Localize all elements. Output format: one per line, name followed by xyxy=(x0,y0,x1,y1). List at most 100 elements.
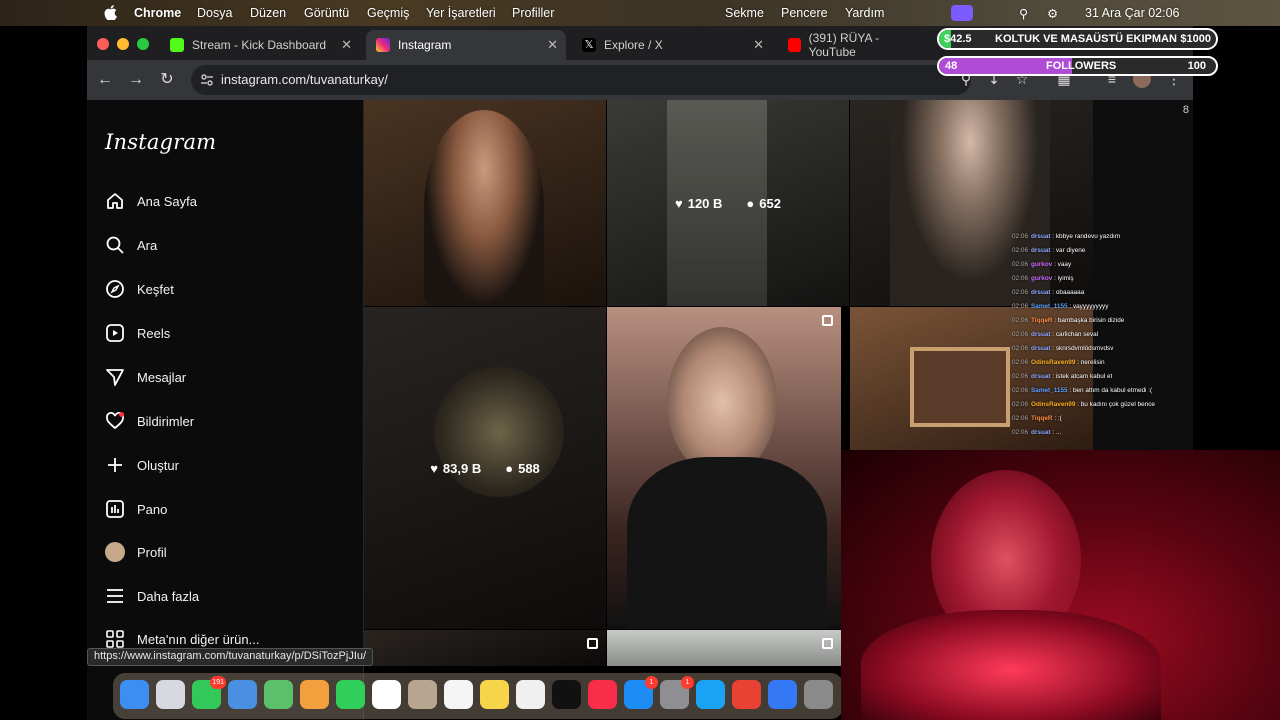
chat-message: 02:06 Samet_1155 : ben attım da kabul etm… xyxy=(1012,384,1190,398)
menu-app-name[interactable]: Chrome xyxy=(134,6,181,20)
chat-time: 02:06 xyxy=(1012,373,1028,380)
menu-profiller[interactable]: Profiller xyxy=(512,6,554,20)
tab-x[interactable]: 𝕏 Explore / X ✕ xyxy=(572,30,772,60)
menubar-clock[interactable]: 31 Ara Çar 02:06 xyxy=(1085,6,1180,20)
nav-label: Meta'nın diğer ürün... xyxy=(137,631,260,647)
goal-target: $1000 xyxy=(1180,33,1211,45)
mail-icon[interactable] xyxy=(228,680,257,709)
menu-goruntu[interactable]: Görüntü xyxy=(304,6,349,20)
post-thumbnail[interactable] xyxy=(364,630,606,666)
finder-icon[interactable] xyxy=(120,680,149,709)
settings-icon[interactable]: 1 xyxy=(660,676,694,709)
reload-icon[interactable]: ↻ xyxy=(157,70,177,90)
url-text[interactable]: instagram.com/tuvanaturkay/ xyxy=(221,72,388,87)
tab-title: (391) RÜYA - YouTube xyxy=(808,31,880,59)
preview-icon[interactable] xyxy=(804,680,833,709)
chat-username[interactable]: OdinsRaven99 xyxy=(1031,401,1075,408)
messages-app-icon[interactable]: 191 xyxy=(192,676,226,709)
nav-notifications[interactable]: Bildirimler xyxy=(105,409,194,433)
post-stats-overlay: ♥ 83,9 B ● 588 xyxy=(364,307,606,629)
chat-username[interactable]: drsuat xyxy=(1031,373,1051,380)
maps-icon[interactable] xyxy=(264,680,293,709)
menu-dosya[interactable]: Dosya xyxy=(197,6,232,20)
calendar-icon[interactable] xyxy=(372,680,401,709)
close-window-button[interactable] xyxy=(97,38,109,50)
chat-message: 02:06 TiqqeR : bambaşka birisin dizide xyxy=(1012,314,1190,328)
nav-label: Profil xyxy=(137,544,167,560)
close-tab-icon[interactable]: ✕ xyxy=(547,37,558,53)
minimize-window-button[interactable] xyxy=(117,38,129,50)
tab-kick-dashboard[interactable]: Stream - Kick Dashboard ✕ xyxy=(160,30,360,60)
nav-dashboard[interactable]: Pano xyxy=(105,497,167,521)
post-thumbnail[interactable] xyxy=(364,100,606,306)
menu-icon xyxy=(107,589,123,603)
nav-more[interactable]: Daha fazla xyxy=(105,584,199,608)
chrome-icon[interactable] xyxy=(732,680,761,709)
chat-username[interactable]: OdinsRaven99 xyxy=(1031,359,1075,366)
chat-username[interactable]: drsuat xyxy=(1031,289,1051,296)
instagram-logo[interactable]: Instagram xyxy=(105,130,216,154)
simulator-icon[interactable] xyxy=(768,680,797,709)
control-center-icon[interactable] xyxy=(951,3,973,23)
photos-icon[interactable] xyxy=(300,680,329,709)
appletv-icon[interactable] xyxy=(552,680,581,709)
zoom-window-button[interactable] xyxy=(137,38,149,50)
apple-icon[interactable] xyxy=(104,5,117,20)
launchpad-icon[interactable] xyxy=(156,680,185,709)
nav-reels[interactable]: Reels xyxy=(105,321,170,345)
nav-create[interactable]: Oluştur xyxy=(105,453,179,477)
site-settings-icon[interactable] xyxy=(200,73,214,87)
chat-text: vayyyyyyyyy xyxy=(1072,303,1109,310)
search-spotlight-icon[interactable]: ⚲ xyxy=(1019,6,1028,21)
menu-sekme[interactable]: Sekme xyxy=(725,6,764,20)
chat-username[interactable]: drsuat xyxy=(1031,345,1051,352)
appstore-icon[interactable]: 1 xyxy=(624,676,658,709)
post-thumbnail[interactable]: ♥ 120 B ● 652 xyxy=(607,100,849,306)
chat-username[interactable]: drsuat xyxy=(1031,429,1051,436)
menu-pencere[interactable]: Pencere xyxy=(781,6,828,20)
nav-explore[interactable]: Keşfet xyxy=(105,277,174,301)
tab-youtube[interactable]: (391) RÜYA - YouTube xyxy=(778,30,928,60)
reminders-icon[interactable] xyxy=(444,680,473,709)
chat-username[interactable]: Samet_1155 xyxy=(1031,387,1068,394)
safari-icon[interactable] xyxy=(696,680,725,709)
chat-username[interactable]: gurkov xyxy=(1031,261,1052,268)
menu-duzen[interactable]: Düzen xyxy=(250,6,286,20)
chat-username[interactable]: Samet_1155 xyxy=(1031,303,1068,310)
nav-home[interactable]: Ana Sayfa xyxy=(105,189,197,213)
facetime-icon[interactable] xyxy=(336,680,365,709)
chat-username[interactable]: gurkov xyxy=(1031,275,1052,282)
music-icon[interactable] xyxy=(588,680,617,709)
close-tab-icon[interactable]: ✕ xyxy=(341,37,352,53)
menu-yer-isaretleri[interactable]: Yer İşaretleri xyxy=(426,6,496,20)
chat-message: 02:06 drsuat : obaaaaaa xyxy=(1012,286,1190,300)
chat-username[interactable]: TiqqeR xyxy=(1031,317,1053,324)
chat-username[interactable]: TiqqeR xyxy=(1031,415,1053,422)
menu-yardim[interactable]: Yardım xyxy=(845,6,884,20)
freeform-icon[interactable] xyxy=(516,680,545,709)
menu-gecmis[interactable]: Geçmiş xyxy=(367,6,409,20)
forward-arrow-icon[interactable]: → xyxy=(126,70,146,90)
chat-username[interactable]: drsuat xyxy=(1031,247,1051,254)
chat-text: iyimiş xyxy=(1057,275,1074,282)
nav-profile[interactable]: Profil xyxy=(105,540,167,564)
back-arrow-icon[interactable]: ← xyxy=(95,70,115,90)
toggle-icon[interactable]: ⚙ xyxy=(1047,6,1058,21)
carousel-icon xyxy=(822,315,833,326)
address-bar[interactable]: instagram.com/tuvanaturkay/ xyxy=(191,65,971,95)
chat-time: 02:06 xyxy=(1012,317,1028,324)
tab-instagram[interactable]: Instagram ✕ xyxy=(366,30,566,60)
post-thumbnail[interactable] xyxy=(607,630,841,666)
chat-username[interactable]: drsuat xyxy=(1031,233,1051,240)
contacts-icon[interactable] xyxy=(408,680,437,709)
nav-search[interactable]: Ara xyxy=(105,233,157,257)
post-thumbnail[interactable]: ♥ 83,9 B ● 588 xyxy=(364,307,606,629)
chat-username[interactable]: drsuat xyxy=(1031,331,1051,338)
notes-icon[interactable] xyxy=(480,680,509,709)
post-thumbnail[interactable] xyxy=(607,307,841,629)
comment-icon: ● xyxy=(746,195,755,211)
close-tab-icon[interactable]: ✕ xyxy=(753,37,764,53)
nav-messages[interactable]: Mesajlar xyxy=(105,365,186,389)
desktop-background-left xyxy=(0,0,87,720)
goal-title: KOLTUK VE MASAÜSTÜ EKIPMAN xyxy=(995,33,1177,45)
